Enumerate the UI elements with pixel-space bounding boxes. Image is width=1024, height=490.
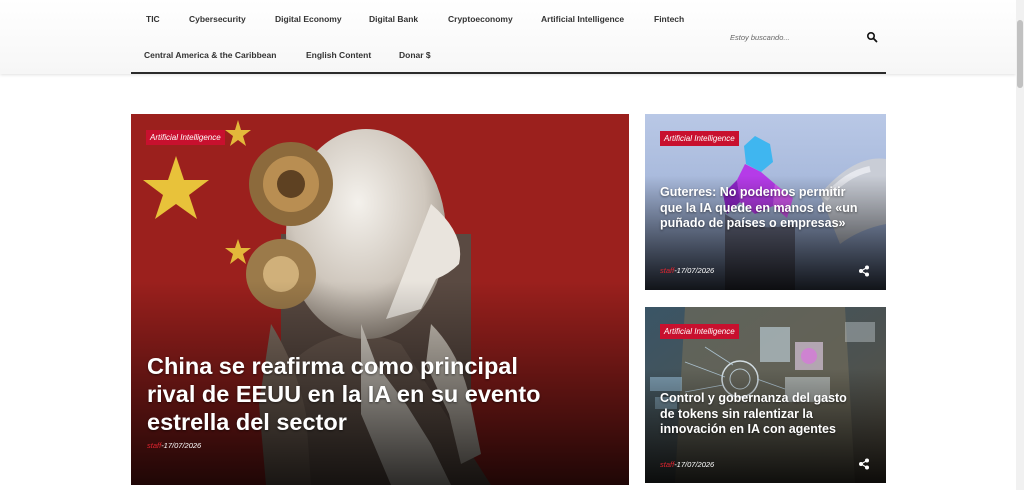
article-author[interactable]: staff: [660, 266, 674, 275]
share-icon[interactable]: [858, 458, 870, 470]
article-title[interactable]: China se reafirma como principal rival d…: [147, 352, 567, 436]
nav-item-central-america[interactable]: Central America & the Caribbean: [144, 50, 276, 60]
page-scrollbar[interactable]: [1016, 0, 1024, 490]
article-date: -17/07/2026: [674, 266, 715, 275]
top-navigation-bar: TIC Cybersecurity Digital Economy Digita…: [0, 0, 1016, 74]
article-date: -17/07/2026: [674, 460, 715, 469]
nav-item-cryptoeconomy[interactable]: Cryptoeconomy: [448, 14, 513, 24]
article-title[interactable]: Control y gobernanza del gasto de tokens…: [660, 391, 860, 438]
article-title[interactable]: Guterres: No podemos permitir que la IA …: [660, 185, 860, 232]
category-badge[interactable]: Artificial Intelligence: [660, 131, 739, 146]
article-meta: staff-17/07/2026: [147, 441, 201, 450]
nav-item-english-content[interactable]: English Content: [306, 50, 371, 60]
search-box: [726, 28, 886, 46]
nav-item-digital-bank[interactable]: Digital Bank: [369, 14, 418, 24]
article-author[interactable]: staff: [660, 460, 674, 469]
article-author[interactable]: staff: [147, 441, 161, 450]
article-meta: staff-17/07/2026: [660, 460, 714, 469]
featured-article-card[interactable]: Artificial Intelligence China se reafirm…: [131, 114, 629, 485]
share-icon[interactable]: [858, 265, 870, 277]
article-date: -17/07/2026: [161, 441, 202, 450]
nav-item-digital-economy[interactable]: Digital Economy: [275, 14, 342, 24]
search-icon[interactable]: [866, 31, 878, 43]
nav-item-artificial-intelligence[interactable]: Artificial Intelligence: [541, 14, 624, 24]
scrollbar-thumb[interactable]: [1017, 20, 1023, 88]
category-badge[interactable]: Artificial Intelligence: [660, 324, 739, 339]
side-article-card-1[interactable]: Artificial Intelligence Guterres: No pod…: [645, 114, 886, 290]
category-badge[interactable]: Artificial Intelligence: [146, 130, 225, 145]
article-meta: staff-17/07/2026: [660, 266, 714, 275]
side-article-card-2[interactable]: Artificial Intelligence Control y gobern…: [645, 307, 886, 483]
nav-item-donar[interactable]: Donar $: [399, 50, 431, 60]
nav-item-cybersecurity[interactable]: Cybersecurity: [189, 14, 246, 24]
nav-underline: [131, 72, 886, 74]
search-input[interactable]: [726, 28, 864, 46]
nav-item-fintech[interactable]: Fintech: [654, 14, 684, 24]
nav-item-tic[interactable]: TIC: [146, 14, 160, 24]
